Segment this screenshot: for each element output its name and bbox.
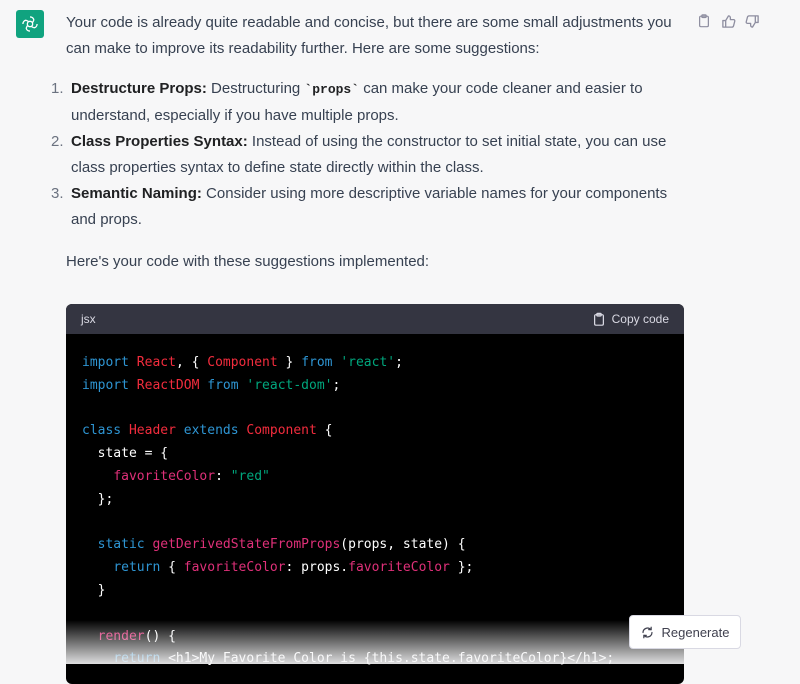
item-title: Destructure Props: — [71, 80, 207, 97]
copy-message-button[interactable] — [694, 11, 714, 31]
list-item: 1. Destructure Props: Destructuring `pro… — [51, 76, 676, 129]
regenerate-button[interactable]: Regenerate — [629, 615, 741, 649]
code-block: jsx Copy code import React, { Component … — [66, 304, 684, 684]
regenerate-label: Regenerate — [661, 624, 730, 640]
outro-text: Here's your code with these suggestions … — [66, 253, 430, 270]
assistant-message: Your code is already quite readable and … — [51, 10, 676, 275]
item-text: Destructuring — [211, 80, 305, 97]
openai-logo-icon — [22, 16, 38, 32]
clipboard-icon — [593, 312, 604, 326]
list-item: 2. Class Properties Syntax: Instead of u… — [51, 129, 676, 181]
code-line: import React, { Component } from 'react'… — [82, 355, 403, 370]
item-title: Class Properties Syntax: — [71, 133, 248, 150]
thumbs-up-icon — [721, 14, 735, 28]
copy-code-label: Copy code — [611, 312, 669, 326]
code-line: static getDerivedStateFromProps(props, s… — [97, 537, 466, 553]
code-line: favoriteColor: "red" — [113, 468, 270, 484]
code-language: jsx — [81, 312, 96, 326]
list-number: 3. — [51, 185, 64, 202]
thumbs-down-icon — [745, 14, 759, 28]
code-line: render() { — [97, 628, 176, 644]
refresh-icon — [641, 626, 653, 638]
item-title: Semantic Naming: — [71, 185, 202, 202]
assistant-avatar — [16, 10, 44, 38]
code-line: return <h1>My Favorite Color is {this.st… — [113, 651, 615, 667]
code-line: class Header extends Component { — [82, 423, 333, 439]
code-line: state = { — [82, 446, 169, 462]
code-content: import React, { Component } from 'react'… — [66, 334, 684, 684]
dislike-button[interactable] — [742, 11, 762, 31]
like-button[interactable] — [718, 11, 738, 31]
code-line: }; — [82, 491, 114, 507]
code-line: import ReactDOM from 'react-dom'; — [82, 377, 341, 393]
code-header: jsx Copy code — [66, 304, 684, 334]
list-number: 1. — [51, 80, 64, 97]
code-line: return { favoriteColor: props.favoriteCo… — [113, 560, 474, 576]
code-line: } — [82, 582, 106, 598]
suggestion-list: 1. Destructure Props: Destructuring `pro… — [51, 76, 676, 233]
intro-text: Your code is already quite readable and … — [66, 14, 672, 57]
list-number: 2. — [51, 133, 64, 150]
inline-code: `props` — [304, 82, 360, 97]
message-actions — [694, 11, 762, 31]
list-item: 3. Semantic Naming: Consider using more … — [51, 181, 676, 233]
copy-code-button[interactable]: Copy code — [592, 312, 669, 327]
clipboard-icon — [699, 14, 709, 28]
